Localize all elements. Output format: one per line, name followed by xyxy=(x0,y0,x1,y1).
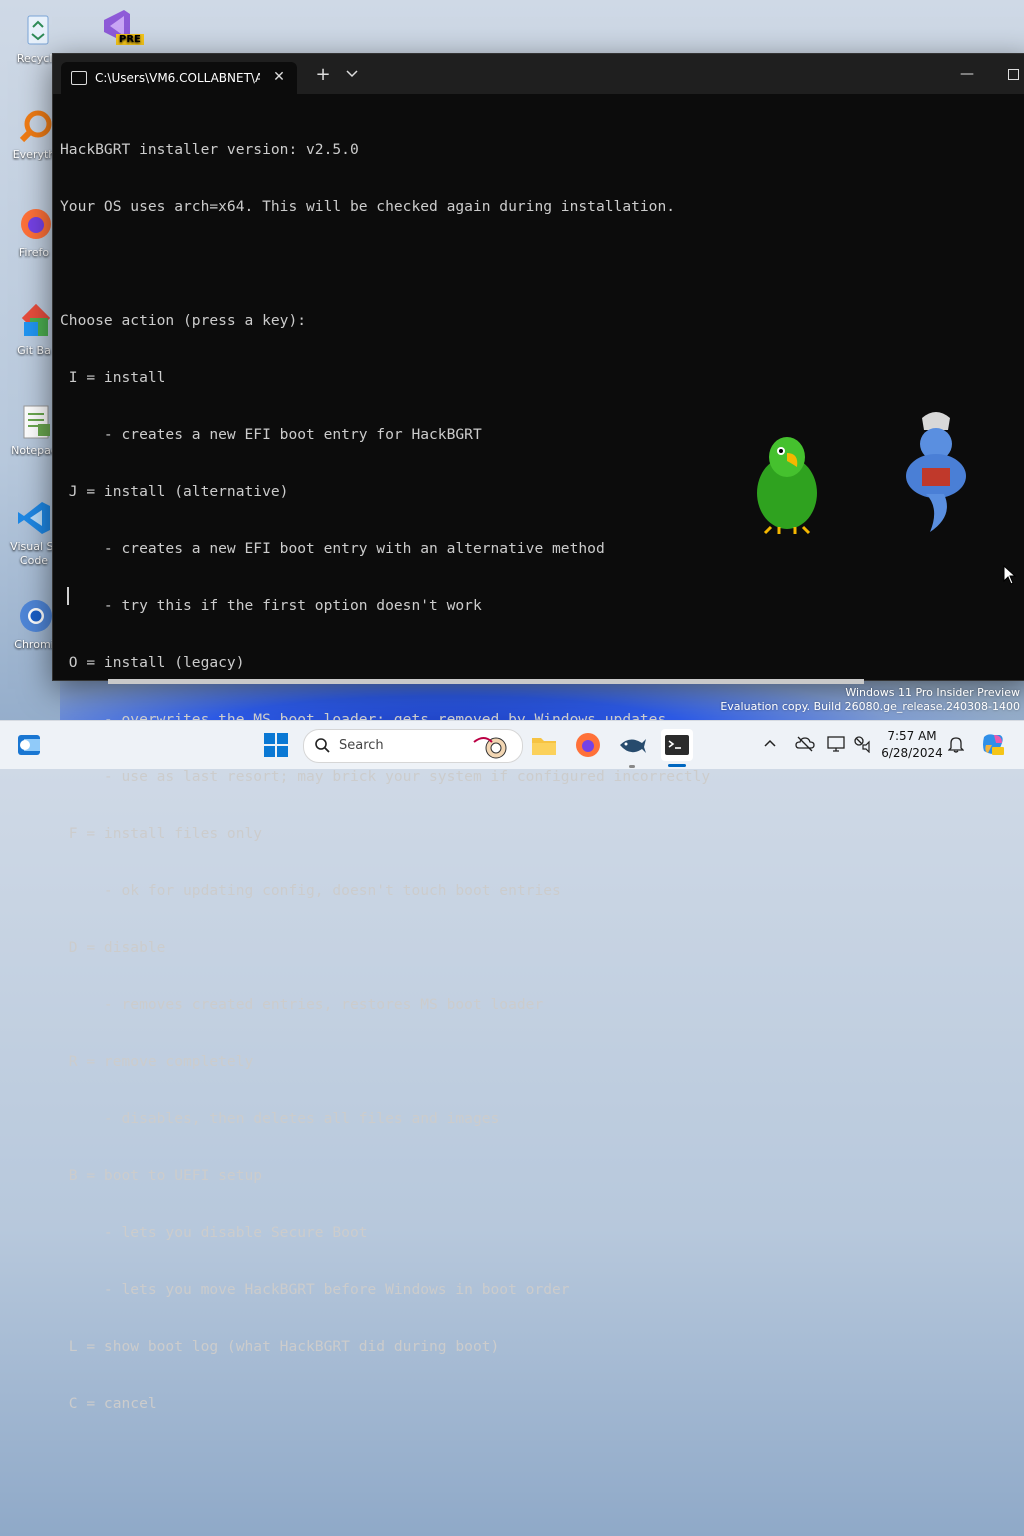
title-bar[interactable]: C:\Users\VM6.COLLABNET\Ap ✕ + — xyxy=(53,54,1024,94)
parrot-image xyxy=(698,412,817,535)
active-indicator xyxy=(668,764,686,767)
everything-search-icon xyxy=(14,106,54,146)
evaluation-watermark: Windows 11 Pro Insider Preview Evaluatio… xyxy=(720,686,1020,714)
display-icon xyxy=(827,736,845,752)
console-line: C = cancel xyxy=(60,1395,157,1412)
tab-active[interactable]: C:\Users\VM6.COLLABNET\Ap ✕ xyxy=(61,62,297,94)
clock-date: 6/28/2024 xyxy=(881,746,943,760)
notification-bell-icon xyxy=(947,737,965,753)
onedrive-offline-icon xyxy=(795,736,815,752)
console-line: - lets you disable Secure Boot xyxy=(60,1224,368,1241)
onedrive-status[interactable] xyxy=(795,735,815,783)
clock[interactable]: 7:57 AM 6/28/2024 xyxy=(880,728,944,762)
text-cursor xyxy=(67,587,69,605)
console-line: Your OS uses arch=x64. This will be chec… xyxy=(60,198,676,215)
genie-image xyxy=(847,389,966,532)
terminal-window[interactable]: C:\Users\VM6.COLLABNET\Ap ✕ + — HackBGRT… xyxy=(52,53,1024,1412)
tab-title: C:\Users\VM6.COLLABNET\Ap xyxy=(95,71,260,85)
chromium-icon xyxy=(14,596,54,636)
new-tab-button[interactable]: + xyxy=(311,64,335,86)
clock-time: 7:57 AM xyxy=(887,729,937,743)
console-line: D = disable xyxy=(60,939,166,956)
widgets-button[interactable] xyxy=(14,729,46,761)
firefox-icon xyxy=(14,204,54,244)
window-bottom-edge xyxy=(108,679,864,684)
maximize-button[interactable] xyxy=(1001,64,1024,84)
console-line: R = remove completely xyxy=(60,1053,254,1070)
network-volume-status[interactable] xyxy=(853,735,873,783)
folder-icon xyxy=(532,738,556,755)
outlook-news-icon xyxy=(18,735,40,755)
console-line: - removes created entries, restores MS b… xyxy=(60,996,544,1013)
console-line: - try this if the first option doesn't w… xyxy=(60,597,482,614)
show-hidden-icons-button[interactable] xyxy=(762,735,782,783)
vscode-icon xyxy=(14,498,54,538)
console-line: - ok for updating config, doesn't touch … xyxy=(60,882,561,899)
console-line: I = install xyxy=(60,369,166,386)
taskbar-network-app[interactable] xyxy=(616,729,648,761)
taskbar-firefox[interactable] xyxy=(572,729,604,761)
copilot-button[interactable] xyxy=(980,731,1008,779)
taskbar-search-box[interactable]: Search xyxy=(303,729,523,763)
console-line: Choose action (press a key): xyxy=(60,312,307,329)
pre-badge: PRE xyxy=(116,34,144,45)
search-placeholder: Search xyxy=(339,738,384,753)
desktop-icon-visual-studio-preview[interactable]: PRE xyxy=(86,6,146,48)
chevron-up-icon xyxy=(764,739,776,747)
terminal-icon xyxy=(665,735,689,755)
maximize-icon xyxy=(1007,69,1019,80)
terminal-tab-icon xyxy=(71,71,87,85)
taskbar-terminal[interactable] xyxy=(661,729,693,761)
windows-logo-icon xyxy=(264,733,288,757)
chevron-down-icon xyxy=(346,70,358,78)
network-fish-icon xyxy=(620,739,646,753)
console-line: B = boot to UEFI setup xyxy=(60,1167,263,1184)
network-volume-icon xyxy=(854,736,870,754)
minimize-button[interactable]: — xyxy=(955,64,979,84)
git-bash-icon xyxy=(14,302,54,342)
watermark-line-1: Windows 11 Pro Insider Preview xyxy=(845,686,1020,699)
console-line: - disables, then deletes all files and i… xyxy=(60,1110,500,1127)
search-highlight-icon xyxy=(473,737,507,759)
console-line: O = install (legacy) xyxy=(60,654,245,671)
start-button[interactable] xyxy=(260,729,292,761)
mouse-pointer-icon xyxy=(1003,565,1017,585)
console-line: - lets you move HackBGRT before Windows … xyxy=(60,1281,570,1298)
console-line: F = install files only xyxy=(60,825,263,842)
notepad-icon xyxy=(14,402,54,442)
watermark-line-2: Evaluation copy. Build 26080.ge_release.… xyxy=(720,700,1020,713)
console-line: - use as last resort; may brick your sys… xyxy=(60,768,711,785)
taskbar: Search 7:57 AM 6/28/2024 xyxy=(0,720,1024,769)
search-icon xyxy=(315,738,330,753)
copilot-icon xyxy=(983,734,1004,755)
tab-close-button[interactable]: ✕ xyxy=(267,65,291,89)
firefox-icon xyxy=(576,733,600,757)
console-output[interactable]: HackBGRT installer version: v2.5.0 Your … xyxy=(60,102,1023,1412)
visual-studio-icon: PRE xyxy=(96,6,144,46)
notifications-button[interactable] xyxy=(947,735,968,783)
console-line: L = show boot log (what HackBGRT did dur… xyxy=(60,1338,500,1355)
tab-dropdown-button[interactable] xyxy=(341,64,363,86)
display-status[interactable] xyxy=(827,735,847,783)
console-line: HackBGRT installer version: v2.5.0 xyxy=(60,141,359,158)
recycle-bin-icon xyxy=(18,10,58,50)
taskbar-file-explorer[interactable] xyxy=(528,729,560,761)
